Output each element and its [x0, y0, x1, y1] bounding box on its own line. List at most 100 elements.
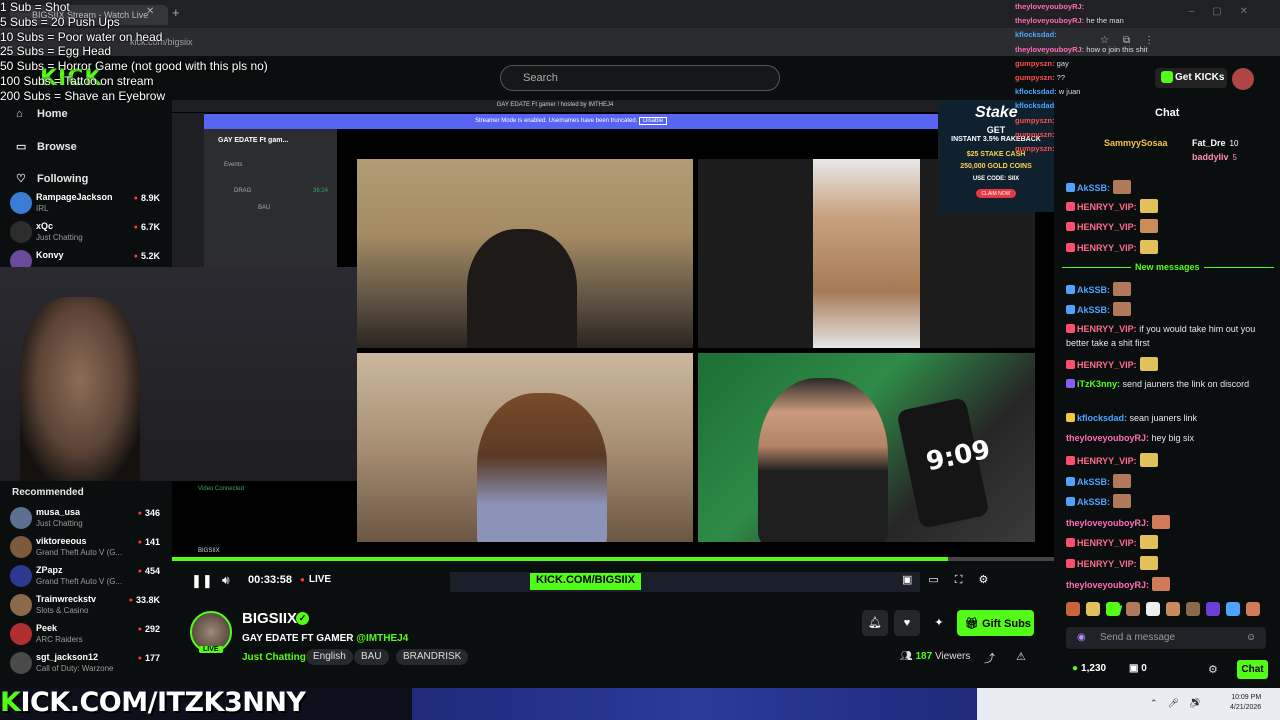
chat-username[interactable]: iTzK3nny: [1077, 379, 1120, 389]
sub-goal-line: 50 Subs = Horror Game (not good with thi… [0, 59, 268, 74]
chat-emote [1139, 535, 1158, 549]
chat-username[interactable]: HENRYY_VIP: [1077, 559, 1137, 569]
emote-w[interactable]: W [1109, 602, 1122, 618]
chat-username[interactable]: HENRYY_VIP: [1077, 243, 1137, 253]
live-badge: LIVE [199, 646, 223, 653]
top-gifter[interactable]: Fat_Dre 10 [1192, 138, 1238, 148]
stream-tag[interactable]: BRANDRISK [396, 649, 469, 665]
chat-input[interactable]: Send a message [1066, 627, 1266, 649]
chat-settings-icon[interactable]: ⚙ [1208, 663, 1218, 676]
volume-icon[interactable]: 🔊︎ [222, 573, 230, 588]
channel-points[interactable]: ▣ 0 [1129, 663, 1147, 674]
chat-emote [1139, 219, 1158, 233]
get-kicks-label: Get KICKs [1175, 72, 1225, 83]
chat-username[interactable]: AkSSB: [1077, 305, 1110, 315]
overlay-chat-line: kflocksdad: w juan [1015, 87, 1080, 96]
top-gifter[interactable]: SammyySosaa [1104, 138, 1168, 148]
chat-username[interactable]: theyloveyouboyRJ: [1066, 580, 1149, 590]
tray-icons[interactable]: ⌃🎤︎🔊︎ [1150, 698, 1210, 709]
followed-channel[interactable]: xQc Just Chatting 6.7K [10, 220, 170, 248]
user-avatar[interactable] [1232, 68, 1254, 90]
nav-browse[interactable]: ▭ Browse [16, 140, 77, 153]
emote-bar[interactable] [1066, 602, 1266, 620]
clock-date: 4/21/2026 [1230, 704, 1262, 711]
chat-username[interactable]: AkSSB: [1077, 497, 1110, 507]
category-link[interactable]: Just Chatting [242, 652, 306, 663]
verified-icon: ✓ [296, 612, 309, 625]
emote-option[interactable] [1166, 602, 1180, 616]
taskbar-center [412, 688, 977, 720]
report-icon[interactable]: ⚠ [1016, 650, 1026, 663]
gift-subs-button[interactable]: 🎁︎ Gift Subs [957, 610, 1034, 636]
sub-goal-line: 10 Subs = Poor water on head [0, 29, 163, 44]
new-messages-label[interactable]: New messages [1131, 262, 1204, 272]
pause-icon[interactable]: ❚❚ [191, 573, 213, 589]
player-right-controls[interactable]: ▣▭⛶⚙ [902, 573, 1004, 587]
overlay-chat-user: theyloveyouboyRJ: [1015, 16, 1085, 26]
chat-username[interactable]: HENRYY_VIP: [1077, 222, 1137, 232]
channel-name: Konvy [36, 250, 64, 260]
chat-message: HENRYY_VIP: [1066, 199, 1276, 215]
recommended-channel[interactable]: Peek ARC Raiders 292 [10, 622, 170, 650]
emote-option[interactable] [1146, 602, 1160, 616]
recommended-channel[interactable]: sgt_jackson12 Call of Duty: Warzone 177 [10, 651, 170, 679]
emote-option[interactable] [1186, 602, 1200, 616]
kick-url-overlay: KICK.COM/BIGSIIX [530, 573, 642, 590]
emote-option[interactable] [1086, 602, 1100, 616]
heart-icon: ♡ [16, 173, 26, 185]
recommended-channel[interactable]: Trainwreckstv Slots & Casino 33.8K [10, 593, 170, 621]
emote-option[interactable] [1206, 602, 1220, 616]
chat-username[interactable]: theyloveyouboyRJ: [1066, 433, 1149, 443]
recommended-channel[interactable]: ZPapz Grand Theft Auto V (G... 454 [10, 564, 170, 592]
nav-following[interactable]: ♡ Following [16, 172, 88, 185]
sparkle-icon[interactable]: ✦ [926, 610, 952, 636]
nav-home[interactable]: ⌂ Home [16, 108, 68, 120]
title-mention-link[interactable]: @IMTHEJ4 [356, 633, 408, 644]
top-gifter[interactable]: baddyliv 5 [1192, 152, 1237, 162]
chat-username[interactable]: AkSSB: [1077, 477, 1110, 487]
chat-username[interactable]: HENRYY_VIP: [1077, 360, 1137, 370]
streamer-name[interactable]: BIGSIIX [242, 610, 297, 627]
followed-channel[interactable]: RampageJackson IRL 8.9K [10, 191, 170, 219]
chat-send-button[interactable]: Chat [1237, 660, 1268, 679]
emote-option[interactable] [1126, 602, 1140, 616]
recommended-channel[interactable]: musa_usa Just Chatting 346 [10, 506, 170, 534]
overlay-chat-text: he the man [1084, 16, 1124, 26]
live-indicator[interactable]: LIVE [300, 574, 331, 585]
chat-username[interactable]: HENRYY_VIP: [1077, 202, 1137, 212]
chat-profile-icon[interactable]: ◉ [1077, 632, 1086, 643]
emoji-icon[interactable]: ☺ [1246, 632, 1256, 643]
viewer-number: 187 [915, 651, 933, 662]
follow-heart-icon[interactable]: ♥ [894, 610, 920, 636]
share-icon[interactable]: ⤴ [984, 650, 995, 666]
channel-viewers: 346 [138, 508, 160, 518]
emote-option[interactable] [1066, 602, 1080, 616]
elapsed-time: 00:33:58 [248, 574, 293, 586]
chat-username[interactable]: HENRYY_VIP: [1077, 324, 1137, 334]
chat-username[interactable]: HENRYY_VIP: [1077, 456, 1137, 466]
gifter-name: baddyliv [1192, 152, 1229, 162]
chat-username[interactable]: kflocksdad: [1077, 413, 1127, 423]
kicks-balance[interactable]: ● 1,230 [1072, 663, 1106, 674]
chat-username[interactable]: AkSSB: [1077, 183, 1110, 193]
window-controls[interactable]: –▢✕ [1189, 6, 1266, 17]
search-input[interactable]: Search [500, 65, 780, 91]
notifications-icon[interactable]: 🔔︎ [862, 610, 888, 636]
chat-message: HENRYY_VIP: [1066, 240, 1276, 256]
recommended-channel[interactable]: viktoreeous Grand Theft Auto V (G... 141 [10, 535, 170, 563]
chat-message: HENRYY_VIP: [1066, 535, 1276, 551]
chat-username[interactable]: AkSSB: [1077, 285, 1110, 295]
overlay-chat-line: gumpyszn: gay [1015, 59, 1069, 68]
chat-title: Chat [1155, 107, 1180, 119]
user-badge-icon [1066, 243, 1075, 252]
stream-tag[interactable]: BAU [354, 649, 389, 665]
channel-avatar [10, 594, 32, 616]
emote-option[interactable] [1226, 602, 1240, 616]
stream-tag[interactable]: English [306, 649, 353, 665]
chat-username[interactable]: theyloveyouboyRJ: [1066, 518, 1149, 528]
discord-events: Events [224, 162, 243, 168]
emote-option[interactable] [1246, 602, 1260, 616]
chat-username[interactable]: HENRYY_VIP: [1077, 538, 1137, 548]
channel-category: Call of Duty: Warzone [36, 664, 114, 673]
chat-message: AkSSB: [1066, 474, 1276, 490]
